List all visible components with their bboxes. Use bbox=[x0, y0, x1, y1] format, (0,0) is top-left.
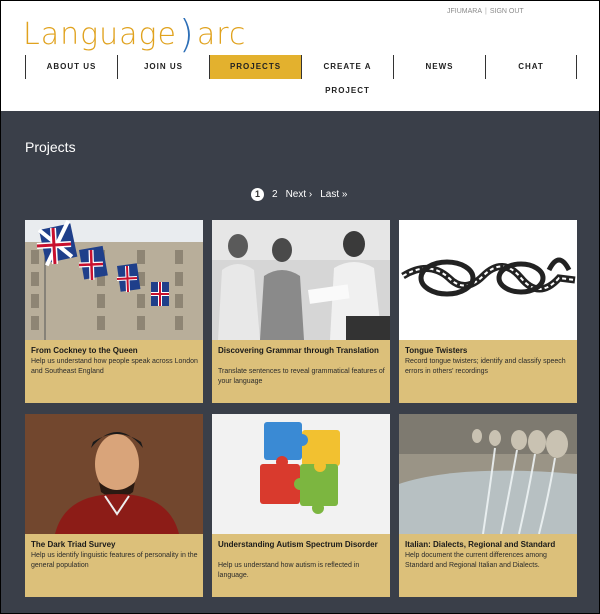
project-description: Help us identify linguistic features of … bbox=[31, 552, 198, 569]
project-title[interactable]: Tongue Twisters bbox=[405, 346, 573, 356]
project-description: Help document the current differences am… bbox=[405, 552, 547, 569]
pager-next[interactable]: Next › bbox=[286, 189, 313, 200]
logo-text-language: Language bbox=[23, 17, 177, 52]
pager-page-2[interactable]: 2 bbox=[272, 189, 278, 200]
project-title[interactable]: From Cockney to the Queen bbox=[31, 346, 199, 356]
project-description: Help us understand how autism is reflect… bbox=[218, 562, 360, 579]
logo-text-arc: arc bbox=[196, 17, 247, 52]
project-title[interactable]: Understanding Autism Spectrum Disorder bbox=[218, 540, 386, 550]
nav-projects[interactable]: PROJECTS bbox=[209, 55, 301, 79]
project-card-autism[interactable]: Understanding Autism Spectrum Disorder H… bbox=[212, 414, 390, 597]
nav-chat[interactable]: CHAT bbox=[485, 55, 577, 79]
project-card-tongue-twisters[interactable]: Tongue Twisters Record tongue twisters; … bbox=[399, 220, 577, 403]
project-image-autism bbox=[212, 414, 390, 534]
project-card-grammar[interactable]: Discovering Grammar through Translation … bbox=[212, 220, 390, 403]
project-title[interactable]: The Dark Triad Survey bbox=[31, 540, 199, 550]
nav-join-us[interactable]: JOIN US bbox=[117, 55, 209, 79]
pager-last[interactable]: Last » bbox=[320, 189, 347, 200]
nav-about-us[interactable]: ABOUT US bbox=[25, 55, 117, 79]
project-image-grammar bbox=[212, 220, 390, 340]
project-image-dark-triad bbox=[25, 414, 203, 534]
pagination: 1 2 Next › Last » bbox=[251, 188, 347, 201]
site-logo[interactable]: Language)arc bbox=[23, 9, 247, 56]
logo-bracket: ) bbox=[178, 12, 195, 56]
project-card-dark-triad[interactable]: The Dark Triad Survey Help us identify l… bbox=[25, 414, 203, 597]
project-description: Record tongue twisters; identify and cla… bbox=[405, 358, 566, 375]
nav-news[interactable]: NEWS bbox=[393, 55, 485, 79]
project-image-cockney bbox=[25, 220, 203, 340]
page-frame: Language)arc JFIUMARA | SIGN OUT ABOUT US … bbox=[0, 0, 600, 614]
project-card-italian[interactable]: Italian: Dialects, Regional and Standard… bbox=[399, 414, 577, 597]
project-title[interactable]: Italian: Dialects, Regional and Standard bbox=[405, 540, 573, 550]
project-image-italian bbox=[399, 414, 577, 534]
page-title: Projects bbox=[25, 139, 76, 155]
project-image-tongue-twisters bbox=[399, 220, 577, 340]
username-link[interactable]: JFIUMARA bbox=[447, 8, 482, 15]
user-links-separator: | bbox=[485, 8, 487, 15]
main-nav: ABOUT US JOIN US PROJECTS CREATE A PROJE… bbox=[25, 55, 577, 95]
header-curve bbox=[1, 96, 599, 110]
project-description: Translate sentences to reveal grammatica… bbox=[218, 368, 385, 385]
project-card-cockney[interactable]: From Cockney to the Queen Help us unders… bbox=[25, 220, 203, 403]
nav-create-a-project[interactable]: CREATE A PROJECT bbox=[301, 55, 393, 95]
user-links: JFIUMARA | SIGN OUT bbox=[447, 8, 524, 15]
pager-current-page[interactable]: 1 bbox=[251, 188, 264, 201]
site-header: Language)arc JFIUMARA | SIGN OUT ABOUT US … bbox=[1, 1, 599, 111]
project-description: Help us understand how people speak acro… bbox=[31, 358, 198, 375]
sign-out-link[interactable]: SIGN OUT bbox=[490, 8, 524, 15]
project-title[interactable]: Discovering Grammar through Translation bbox=[218, 346, 386, 356]
